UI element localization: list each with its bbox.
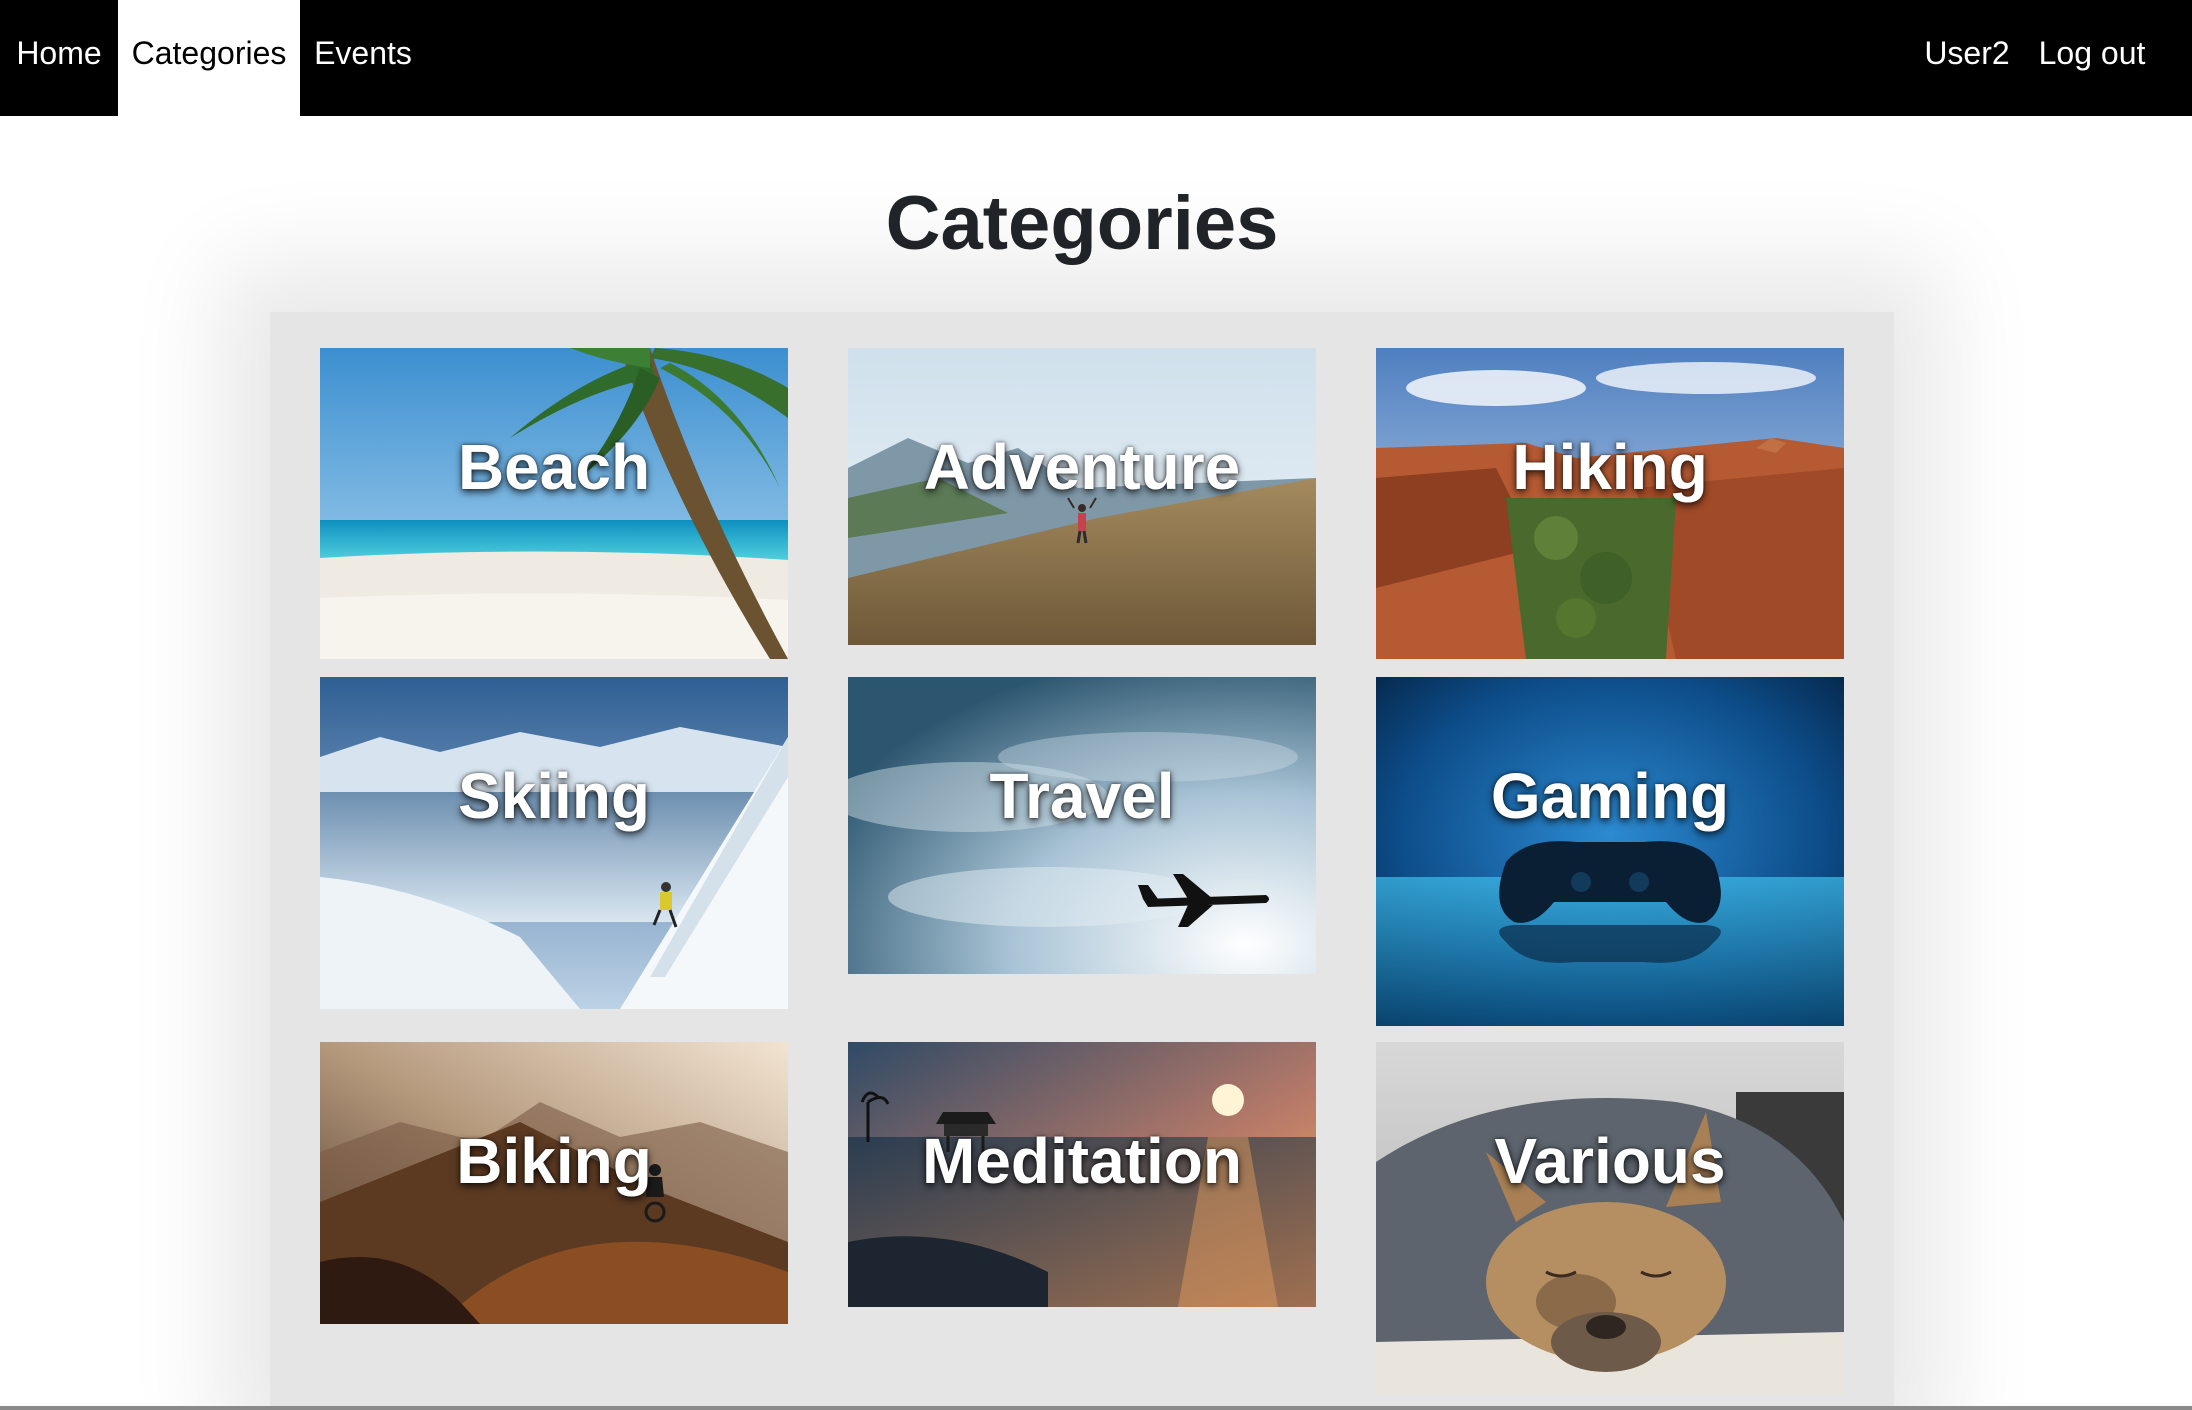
- nav-user-link[interactable]: User2: [1914, 0, 2020, 116]
- airplane-sky-photo: [848, 677, 1316, 974]
- category-card-gaming[interactable]: Gaming: [1376, 677, 1844, 1026]
- page-title: Categories: [885, 181, 1279, 266]
- window-bottom-border: [0, 1406, 2192, 1410]
- nav-events-link[interactable]: Events: [300, 0, 426, 116]
- game-controller-icon: [1499, 841, 1721, 963]
- category-card-skiing[interactable]: Skiing: [320, 677, 788, 1009]
- category-card-biking[interactable]: Biking: [320, 1042, 788, 1324]
- ski-slope-photo: [320, 677, 788, 1009]
- nav-logout-link[interactable]: Log out: [2030, 0, 2154, 116]
- nav-home-link[interactable]: Home: [0, 0, 118, 116]
- nav-categories-link[interactable]: Categories: [118, 0, 300, 116]
- sunset-sea-photo: [848, 1042, 1316, 1307]
- category-card-various[interactable]: Various: [1376, 1042, 1844, 1394]
- category-card-beach[interactable]: Beach: [320, 348, 788, 659]
- category-card-adventure[interactable]: Adventure: [848, 348, 1316, 645]
- top-navbar: Home Categories Events User2 Log out: [0, 0, 2192, 116]
- category-card-meditation[interactable]: Meditation: [848, 1042, 1316, 1307]
- red-canyon-photo: [1376, 348, 1844, 659]
- mountain-biker-photo: [320, 1042, 788, 1324]
- mountain-hiker-photo: [848, 348, 1316, 645]
- sleeping-bulldog-photo: [1376, 1042, 1844, 1394]
- game-controller-photo: [1376, 677, 1844, 1026]
- category-card-hiking[interactable]: Hiking: [1376, 348, 1844, 659]
- palm-beach-photo: [320, 348, 788, 659]
- category-card-travel[interactable]: Travel: [848, 677, 1316, 974]
